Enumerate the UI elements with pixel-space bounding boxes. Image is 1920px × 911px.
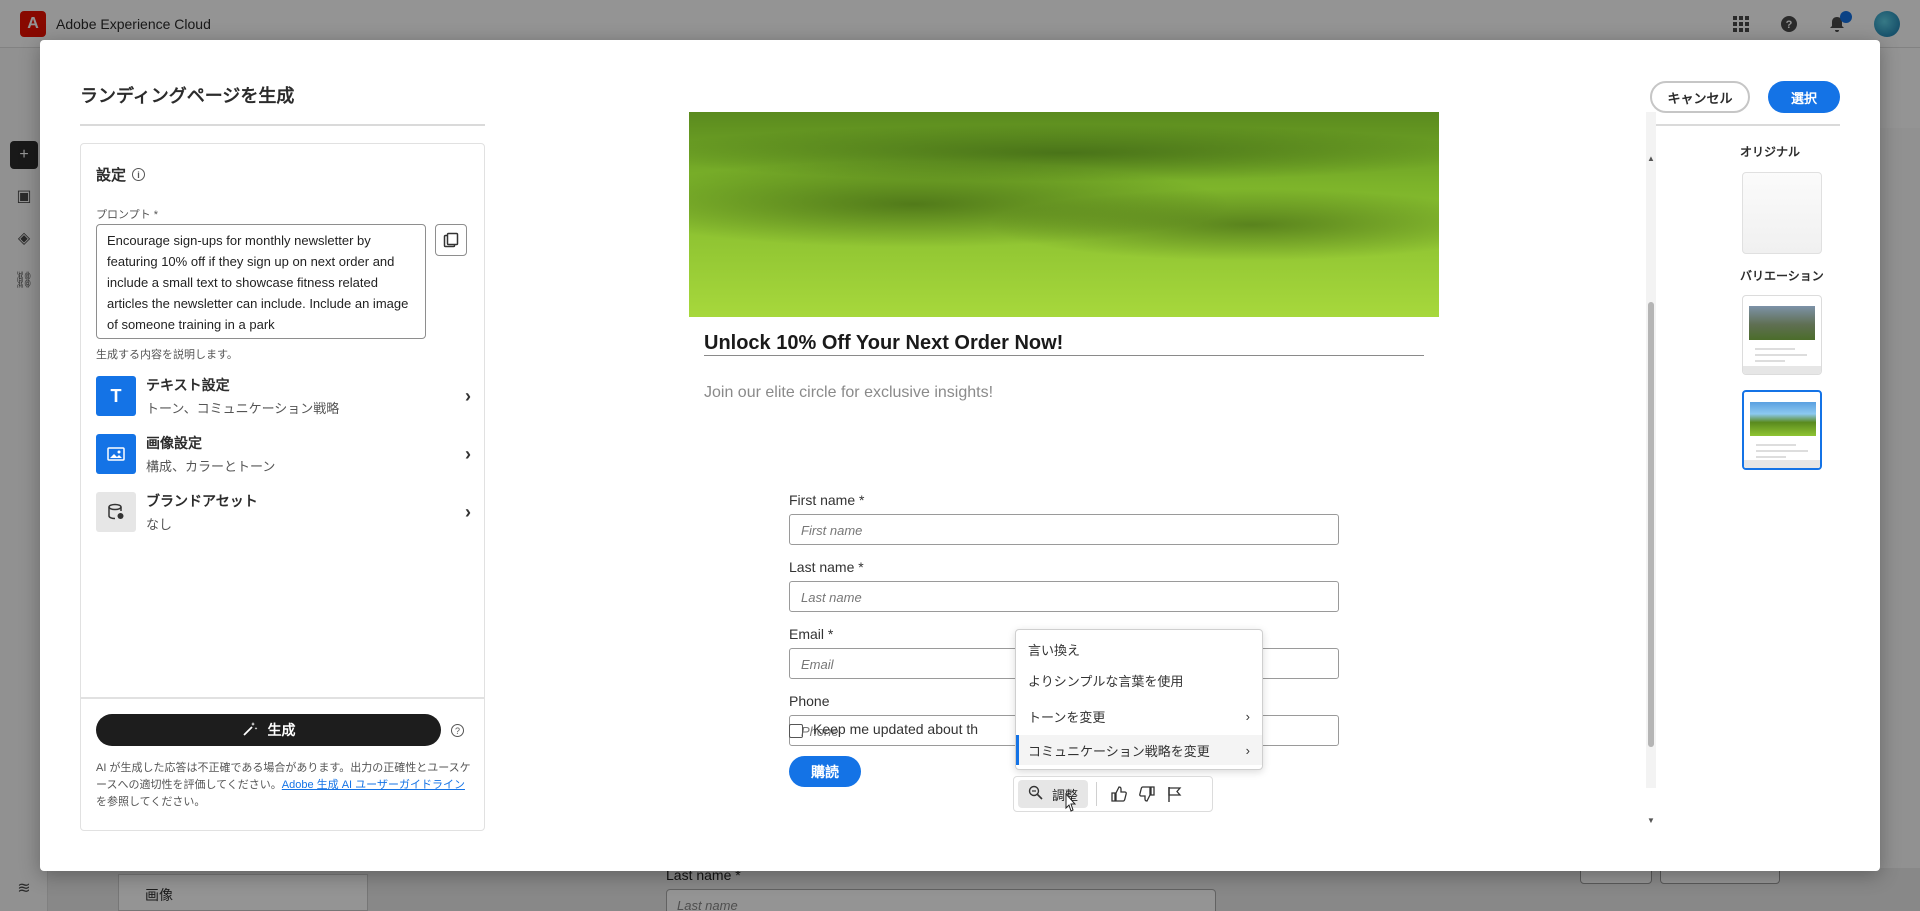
brand-assets-row[interactable]: ブランドアセット なし › bbox=[96, 490, 471, 534]
settings-title: 設定 bbox=[96, 167, 127, 184]
disclaimer-suffix: を参照してください。 bbox=[96, 796, 206, 808]
preview-scroll-thumb[interactable] bbox=[1648, 302, 1654, 747]
menu-item-change-tone[interactable]: トーンを変更 › bbox=[1016, 701, 1262, 731]
original-label: オリジナル bbox=[1740, 145, 1801, 159]
copy-prompt-icon[interactable] bbox=[435, 224, 467, 256]
thumbnail-footer bbox=[1744, 460, 1820, 468]
keep-updated-label: Keep me updated about th bbox=[813, 721, 979, 737]
headline-divider bbox=[704, 355, 1424, 356]
thumbnail-line bbox=[1755, 360, 1785, 362]
menu-item-simpler-language[interactable]: よりシンプルな言葉を使用 bbox=[1016, 665, 1262, 695]
hero-park-image bbox=[689, 112, 1439, 317]
modal-title: ランディングページを生成 bbox=[80, 86, 295, 106]
subscribe-button[interactable]: 購読 bbox=[789, 756, 861, 787]
thumbnail-image bbox=[1749, 306, 1815, 340]
image-settings-row[interactable]: 画像設定 構成、カラーとトーン › bbox=[96, 432, 471, 476]
variation-thumbnail-2[interactable] bbox=[1742, 390, 1822, 470]
menu-item-label: コミュニケーション戦略を変更 bbox=[1028, 743, 1210, 759]
generate-button[interactable]: 生成 bbox=[96, 714, 441, 746]
last-name-label: Last name * bbox=[789, 559, 864, 575]
thumbnail-image bbox=[1750, 402, 1816, 436]
adjust-context-menu: 言い換え よりシンプルな言葉を使用 トーンを変更 › コミュニケーション戦略を変… bbox=[1015, 629, 1263, 770]
menu-item-label: トーンを変更 bbox=[1028, 709, 1106, 725]
image-settings-title: 画像設定 bbox=[146, 435, 202, 451]
thumbs-down-icon[interactable] bbox=[1133, 780, 1161, 808]
prompt-textarea[interactable]: Encourage sign-ups for monthly newslette… bbox=[96, 224, 426, 339]
chevron-right-icon: › bbox=[465, 385, 471, 406]
info-icon[interactable]: i bbox=[132, 168, 146, 181]
text-icon: T bbox=[96, 376, 136, 416]
brand-assets-icon bbox=[96, 492, 136, 532]
brand-assets-title: ブランドアセット bbox=[146, 493, 258, 509]
select-button[interactable]: 選択 bbox=[1768, 81, 1840, 113]
menu-item-label: よりシンプルな言葉を使用 bbox=[1028, 673, 1184, 689]
email-label: Email * bbox=[789, 626, 834, 642]
first-name-label: First name * bbox=[789, 492, 865, 508]
menu-item-rephrase[interactable]: 言い換え bbox=[1016, 634, 1262, 664]
menu-item-label: 言い換え bbox=[1028, 642, 1081, 658]
chevron-right-icon: › bbox=[1245, 708, 1250, 724]
toolbar-divider bbox=[1096, 782, 1098, 806]
chevron-right-icon: › bbox=[1245, 742, 1250, 758]
scroll-up-icon[interactable]: ▲ bbox=[1646, 154, 1656, 163]
last-name-input[interactable]: Last name bbox=[789, 581, 1339, 612]
ai-disclaimer: AI が生成した応答は不正確である場合があります。出力の正確性とユースケースへの… bbox=[96, 760, 471, 811]
landing-headline[interactable]: Unlock 10% Off Your Next Order Now! bbox=[704, 332, 1063, 355]
text-settings-title: テキスト設定 bbox=[146, 377, 230, 393]
thumbnail-line bbox=[1756, 456, 1786, 458]
keep-updated-checkbox[interactable] bbox=[789, 724, 803, 738]
scroll-down-icon[interactable]: ▼ bbox=[1646, 816, 1656, 825]
thumbs-up-icon[interactable] bbox=[1105, 780, 1133, 808]
phone-label: Phone bbox=[789, 693, 830, 709]
adjust-icon bbox=[1028, 785, 1044, 804]
thumbnail-line bbox=[1756, 444, 1796, 446]
prompt-label: プロンプト * bbox=[96, 209, 159, 221]
flag-icon[interactable] bbox=[1161, 780, 1189, 808]
variation-thumbnail-1[interactable] bbox=[1742, 295, 1822, 375]
help-circle-icon[interactable]: ? bbox=[451, 724, 464, 737]
cancel-button[interactable]: キャンセル bbox=[1650, 81, 1750, 113]
thumbnail-line bbox=[1756, 450, 1808, 452]
image-icon bbox=[96, 434, 136, 474]
ai-text-toolbar: 調整 bbox=[1013, 776, 1213, 812]
settings-heading: 設定 i bbox=[96, 164, 146, 185]
thumbnail-line bbox=[1755, 354, 1807, 356]
settings-panel: 設定 i プロンプト * Encourage sign-ups for mont… bbox=[80, 143, 485, 831]
variations-label: バリエーション bbox=[1740, 269, 1824, 283]
chevron-right-icon: › bbox=[465, 443, 471, 464]
chevron-right-icon: › bbox=[465, 501, 471, 522]
magic-wand-icon bbox=[242, 721, 258, 740]
thumbnail-line bbox=[1755, 348, 1795, 350]
text-settings-subtitle: トーン、コミュニケーション戦略 bbox=[146, 401, 340, 416]
original-thumbnail[interactable] bbox=[1742, 172, 1822, 254]
prompt-help-text: 生成する内容を説明します。 bbox=[96, 349, 238, 361]
image-settings-subtitle: 構成、カラーとトーン bbox=[146, 459, 276, 474]
first-name-input[interactable]: First name bbox=[789, 514, 1339, 545]
settings-divider bbox=[81, 697, 484, 699]
guidelines-link[interactable]: Adobe 生成 AI ユーザーガイドライン bbox=[282, 779, 465, 791]
landing-subline[interactable]: Join our elite circle for exclusive insi… bbox=[704, 384, 993, 402]
mouse-cursor bbox=[1065, 793, 1077, 812]
brand-assets-subtitle: なし bbox=[146, 517, 173, 532]
thumbnail-footer bbox=[1743, 366, 1821, 374]
text-settings-row[interactable]: T テキスト設定 トーン、コミュニケーション戦略 › bbox=[96, 374, 471, 418]
generate-label: 生成 bbox=[267, 722, 296, 738]
menu-item-change-strategy[interactable]: コミュニケーション戦略を変更 › bbox=[1016, 735, 1262, 765]
